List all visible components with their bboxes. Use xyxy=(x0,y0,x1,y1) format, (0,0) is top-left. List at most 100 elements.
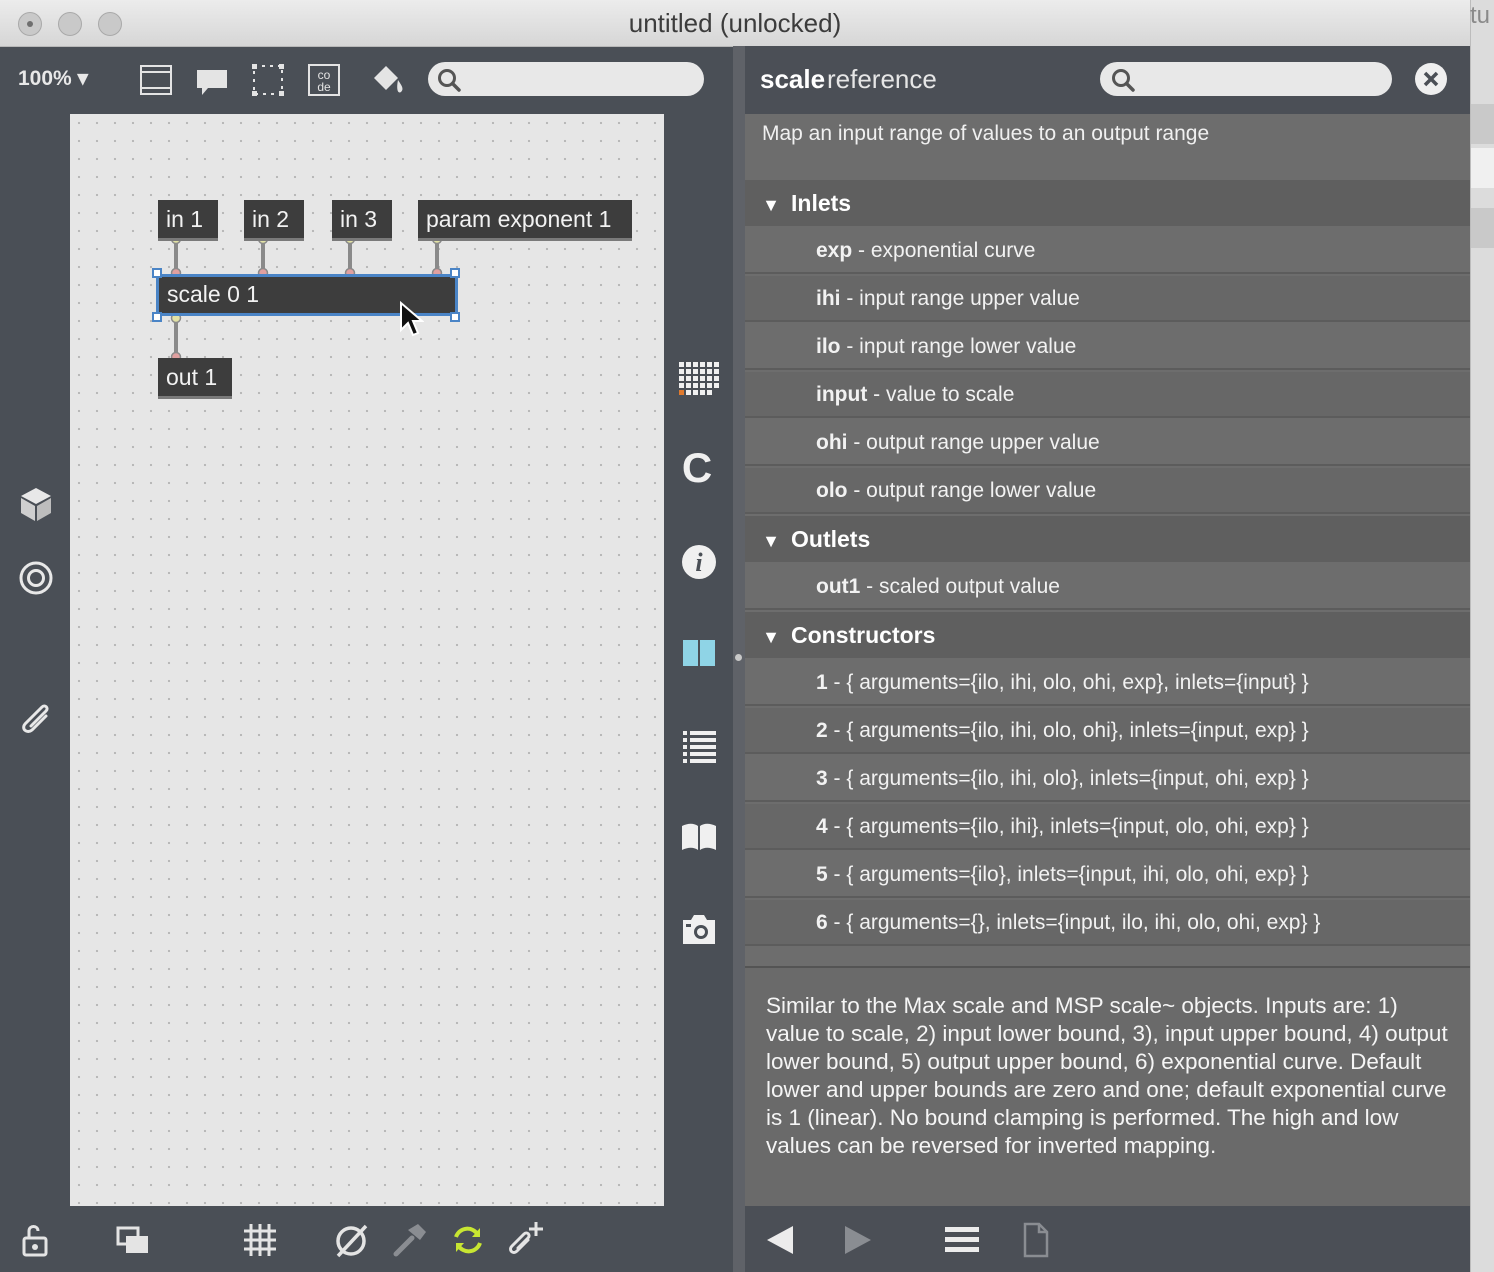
page-icon[interactable] xyxy=(1011,1220,1061,1260)
reference-object-name: scale xyxy=(760,64,826,94)
inlet-object-in-1[interactable]: in 1 xyxy=(158,200,218,241)
grid-icon[interactable] xyxy=(674,358,724,402)
inlet-name: input xyxy=(816,383,868,406)
lock-icon[interactable] xyxy=(16,1220,60,1260)
inlet-desc: - exponential curve xyxy=(852,239,1036,262)
reference-discussion-text: Similar to the Max scale and MSP scale~ … xyxy=(766,993,1448,1158)
reference-book-icon[interactable] xyxy=(674,816,724,860)
inlet-object-in-2[interactable]: in 2 xyxy=(244,200,304,241)
constructors-label: Constructors xyxy=(791,622,936,648)
inlets-section-header[interactable]: ▼ Inlets xyxy=(745,180,1470,226)
attach-icon[interactable] xyxy=(504,1220,548,1260)
constructor-row: 6 - { arguments={}, inlets={input, ilo, … xyxy=(745,900,1470,946)
mute-icon[interactable] xyxy=(330,1220,374,1260)
back-arrow-icon[interactable] xyxy=(757,1220,807,1260)
c-icon[interactable]: C xyxy=(672,446,722,490)
inlet-name: ilo xyxy=(816,335,841,358)
camera-icon[interactable] xyxy=(674,908,724,952)
search-icon xyxy=(438,69,461,92)
inlet-name: ohi xyxy=(816,431,848,454)
inlet-desc: - output range upper value xyxy=(847,431,1100,454)
outlet-desc: - scaled output value xyxy=(860,575,1060,598)
code-icon[interactable]: co de xyxy=(306,62,342,98)
search-input[interactable] xyxy=(428,62,704,96)
grid-toggle-icon[interactable] xyxy=(238,1220,282,1260)
outlet-name: out1 xyxy=(816,575,861,598)
inlet-row: ilo - input range lower value xyxy=(745,324,1470,370)
param-object-exponent[interactable]: param exponent 1 xyxy=(418,200,632,241)
reference-discussion: Similar to the Max scale and MSP scale~ … xyxy=(745,966,1470,1206)
inlet-object-in-3[interactable]: in 3 xyxy=(332,200,392,241)
menu-icon[interactable] xyxy=(937,1220,987,1260)
mouse-cursor-icon xyxy=(400,300,424,337)
outlet-row: out1 - scaled output value xyxy=(745,564,1470,610)
inlets-label: Inlets xyxy=(791,190,852,216)
close-icon xyxy=(1423,71,1439,87)
resize-handle[interactable] xyxy=(450,268,460,278)
hammer-icon[interactable] xyxy=(388,1220,432,1260)
constructor-desc: - { arguments={ilo, ihi, olo}, inlets={i… xyxy=(827,767,1309,790)
constructor-desc: - { arguments={}, inlets={input, ilo, ih… xyxy=(827,911,1321,934)
max-patcher-window: untitled (unlocked) 100% ▾ co de in 1 in… xyxy=(0,0,1470,1272)
close-reference-button[interactable] xyxy=(1415,63,1447,95)
constructor-desc: - { arguments={ilo, ihi, olo, ohi}, inle… xyxy=(827,719,1309,742)
inlet-desc: - input range upper value xyxy=(840,287,1080,310)
constructor-number: 6 xyxy=(816,911,828,934)
inlet-name: ihi xyxy=(816,287,841,310)
outlets-label: Outlets xyxy=(791,526,871,552)
layers-icon[interactable] xyxy=(112,1220,156,1260)
inlet-name: exp xyxy=(816,239,853,262)
background-window-title: tu xyxy=(1470,2,1491,29)
paperclip-icon[interactable] xyxy=(16,696,56,736)
svg-text:i: i xyxy=(695,548,703,577)
selection-icon[interactable] xyxy=(250,62,286,98)
title-bar[interactable]: untitled (unlocked) xyxy=(0,0,1470,47)
constructor-desc: - { arguments={ilo}, inlets={input, ihi,… xyxy=(827,863,1309,886)
reference-header: scale reference xyxy=(745,46,1470,114)
constructor-row: 5 - { arguments={ilo}, inlets={input, ih… xyxy=(745,852,1470,898)
inlet-name: olo xyxy=(816,479,848,502)
constructor-row: 3 - { arguments={ilo, ihi, olo}, inlets=… xyxy=(745,756,1470,802)
reference-title-suffix: reference xyxy=(827,64,937,94)
constructor-row: 1 - { arguments={ilo, ihi, olo, ohi, exp… xyxy=(745,660,1470,706)
paint-bucket-icon[interactable] xyxy=(368,62,408,98)
svg-text:de: de xyxy=(317,80,331,94)
inlet-row: exp - exponential curve xyxy=(745,228,1470,274)
patcher-canvas[interactable]: in 1 in 2 in 3 param exponent 1 scale 0 … xyxy=(70,114,664,1206)
background-window-edge[interactable] xyxy=(1470,0,1494,1272)
constructors-section-header[interactable]: ▼ Constructors xyxy=(745,612,1470,658)
outlets-section-header[interactable]: ▼ Outlets xyxy=(745,516,1470,562)
inlet-desc: - output range lower value xyxy=(847,479,1097,502)
constructor-number: 5 xyxy=(816,863,828,886)
reference-panel: scale reference Map an input range of va… xyxy=(745,46,1470,1272)
cube-icon[interactable] xyxy=(16,484,56,524)
forward-arrow-icon[interactable] xyxy=(831,1220,881,1260)
zoom-dropdown[interactable]: 100% ▾ xyxy=(18,66,88,91)
outlet-object-out-1[interactable]: out 1 xyxy=(158,358,232,399)
disclosure-triangle-icon: ▼ xyxy=(762,627,780,647)
reference-description: Map an input range of values to an outpu… xyxy=(762,122,1210,145)
presentation-icon[interactable] xyxy=(138,62,174,98)
refresh-icon[interactable] xyxy=(446,1220,490,1260)
resize-handle[interactable] xyxy=(152,312,162,322)
info-icon[interactable]: i xyxy=(674,540,724,584)
constructor-desc: - { arguments={ilo, ihi, olo, ohi, exp},… xyxy=(827,671,1309,694)
inlet-row: input - value to scale xyxy=(745,372,1470,418)
search-icon xyxy=(1112,69,1135,92)
disclosure-triangle-icon: ▼ xyxy=(762,195,780,215)
constructor-number: 2 xyxy=(816,719,828,742)
resize-handle[interactable] xyxy=(152,268,162,278)
comment-icon[interactable] xyxy=(194,62,230,98)
inlet-row: olo - output range lower value xyxy=(745,468,1470,514)
reference-footer xyxy=(745,1206,1470,1272)
reference-search-input[interactable] xyxy=(1100,62,1392,96)
book-open-icon[interactable] xyxy=(674,632,724,676)
resize-handle[interactable] xyxy=(450,312,460,322)
constructor-row: 4 - { arguments={ilo, ihi}, inlets={inpu… xyxy=(745,804,1470,850)
panel-splitter[interactable] xyxy=(733,46,745,1272)
inlet-row: ohi - output range upper value xyxy=(745,420,1470,466)
disclosure-triangle-icon: ▼ xyxy=(762,531,780,551)
target-icon[interactable] xyxy=(16,558,56,598)
list-icon[interactable] xyxy=(674,724,724,768)
constructor-number: 1 xyxy=(816,671,828,694)
